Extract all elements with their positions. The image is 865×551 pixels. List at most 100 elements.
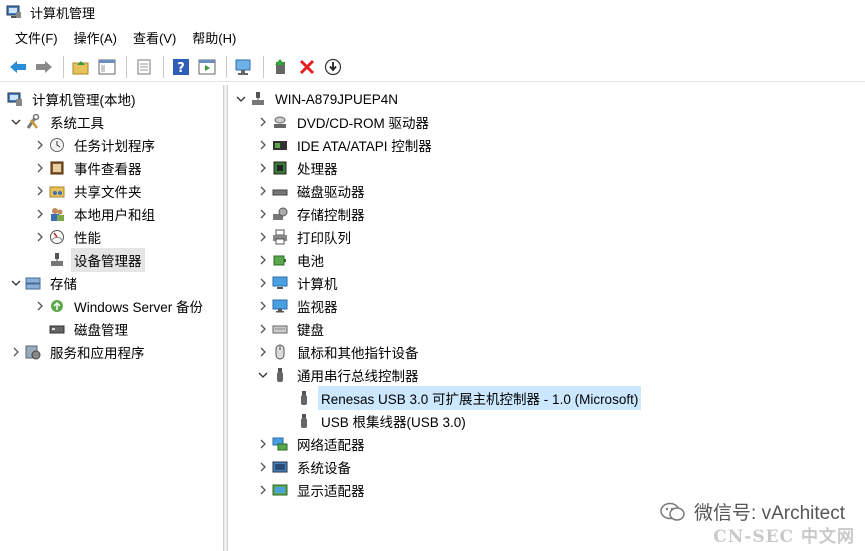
chevron-right-icon[interactable] (255, 137, 271, 153)
pane-splitter[interactable] (224, 85, 228, 551)
chevron-right-icon[interactable] (255, 321, 271, 337)
tree-item-shared-folders[interactable]: 共享文件夹 (32, 180, 145, 202)
chevron-right-icon[interactable] (32, 137, 48, 153)
tree-label: 服务和应用程序 (50, 346, 145, 361)
chevron-right-icon[interactable] (32, 160, 48, 176)
tree-item-system-tools[interactable]: 系统工具 (8, 111, 107, 133)
uninstall-icon[interactable] (295, 55, 319, 79)
chevron-right-icon[interactable] (32, 206, 48, 222)
chevron-right-icon[interactable] (255, 298, 271, 314)
category-label: IDE ATA/ATAPI 控制器 (297, 139, 432, 154)
device-category[interactable]: 打印队列 (255, 226, 354, 248)
menu-file[interactable]: 文件(F) (8, 26, 65, 49)
shared-folder-icon (48, 182, 66, 200)
keyboard-icon (271, 320, 289, 338)
device-category-usb[interactable]: 通用串行总线控制器 (255, 364, 422, 386)
device-category[interactable]: 网络适配器 (255, 433, 368, 455)
chevron-down-icon[interactable] (8, 114, 24, 130)
chevron-right-icon[interactable] (255, 482, 271, 498)
tree-label: 性能 (74, 231, 101, 246)
chevron-right-icon[interactable] (255, 183, 271, 199)
category-label: 键盘 (297, 323, 324, 338)
usb-icon (295, 389, 313, 407)
menu-help[interactable]: 帮助(H) (185, 26, 243, 49)
chevron-right-icon[interactable] (255, 252, 271, 268)
device-category[interactable]: 监视器 (255, 295, 341, 317)
chevron-right-icon[interactable] (8, 344, 24, 360)
device-category[interactable]: 系统设备 (255, 456, 354, 478)
chevron-right-icon[interactable] (255, 459, 271, 475)
menu-action[interactable]: 操作(A) (67, 26, 124, 49)
chevron-down-icon[interactable] (233, 91, 249, 107)
device-item-usb-root-hub[interactable]: USB 根集线器(USB 3.0) (279, 410, 469, 432)
device-category[interactable]: 鼠标和其他指针设备 (255, 341, 422, 363)
tree-item-task-scheduler[interactable]: 任务计划程序 (32, 134, 158, 156)
backup-icon (48, 297, 66, 315)
device-category[interactable]: 显示适配器 (255, 479, 368, 501)
tree-item-storage[interactable]: 存储 (8, 272, 80, 294)
tree-item-computer-management[interactable]: 计算机管理(本地) (6, 88, 139, 110)
help-icon[interactable]: ? (169, 55, 193, 79)
toolbar-separator (163, 55, 164, 78)
chevron-down-icon[interactable] (8, 275, 24, 291)
scan-hardware-icon[interactable] (232, 55, 256, 79)
processor-icon (271, 159, 289, 177)
performance-icon (48, 228, 66, 246)
up-folder-icon[interactable] (69, 55, 93, 79)
category-label: DVD/CD-ROM 驱动器 (297, 116, 429, 131)
chevron-right-icon[interactable] (255, 344, 271, 360)
device-category[interactable]: 磁盘驱动器 (255, 180, 368, 202)
tree-item-disk-management[interactable]: 磁盘管理 (32, 318, 131, 340)
tree-item-device-manager[interactable]: 设备管理器 (32, 248, 145, 272)
update-driver-icon[interactable] (269, 55, 293, 79)
device-category[interactable]: DVD/CD-ROM 驱动器 (255, 111, 432, 133)
ide-controller-icon (271, 136, 289, 154)
toolbar-separator (126, 55, 127, 78)
battery-icon (271, 251, 289, 269)
menu-view[interactable]: 查看(V) (126, 26, 183, 49)
printer-icon (271, 228, 289, 246)
enable-device-icon[interactable] (321, 55, 345, 79)
tree-item-windows-backup[interactable]: Windows Server 备份 (32, 295, 206, 317)
chevron-right-icon[interactable] (255, 275, 271, 291)
action-pane-icon[interactable] (195, 55, 219, 79)
device-category[interactable]: 存储控制器 (255, 203, 368, 225)
system-devices-icon (271, 458, 289, 476)
chevron-right-icon[interactable] (255, 229, 271, 245)
show-hide-tree-icon[interactable] (95, 55, 119, 79)
properties-icon[interactable] (132, 55, 156, 79)
device-item-renesas-usb[interactable]: Renesas USB 3.0 可扩展主机控制器 - 1.0 (Microsof… (279, 386, 642, 410)
tree-item-local-users[interactable]: 本地用户和组 (32, 203, 158, 225)
wechat-id: 微信号: vArchitect (694, 503, 845, 524)
storage-controller-icon (271, 205, 289, 223)
category-label: 磁盘驱动器 (297, 185, 365, 200)
computer-name: WIN-A879JPUEP4N (275, 91, 399, 107)
tools-icon (24, 113, 42, 131)
chevron-down-icon[interactable] (255, 367, 271, 383)
category-label: 鼠标和其他指针设备 (297, 346, 419, 361)
mouse-icon (271, 343, 289, 361)
chevron-right-icon[interactable] (255, 160, 271, 176)
tree-label: 共享文件夹 (74, 185, 142, 200)
tree-item-services-apps[interactable]: 服务和应用程序 (8, 341, 148, 363)
device-category[interactable]: 电池 (255, 249, 327, 271)
chevron-right-icon[interactable] (255, 114, 271, 130)
chevron-right-icon[interactable] (32, 229, 48, 245)
device-category[interactable]: 键盘 (255, 318, 327, 340)
chevron-right-icon[interactable] (32, 298, 48, 314)
back-arrow-icon[interactable] (6, 55, 30, 79)
chevron-right-icon[interactable] (255, 206, 271, 222)
dvd-drive-icon (271, 113, 289, 131)
device-category[interactable]: IDE ATA/ATAPI 控制器 (255, 134, 435, 156)
forward-arrow-icon[interactable] (32, 55, 56, 79)
menu-bar: 文件(F) 操作(A) 查看(V) 帮助(H) (0, 26, 865, 48)
device-label: USB 根集线器(USB 3.0) (321, 415, 466, 430)
device-category[interactable]: 处理器 (255, 157, 341, 179)
monitor-icon (271, 297, 289, 315)
device-category[interactable]: 计算机 (255, 272, 341, 294)
chevron-right-icon[interactable] (32, 183, 48, 199)
device-tree-root[interactable]: WIN-A879JPUEP4N (233, 88, 401, 110)
tree-item-performance[interactable]: 性能 (32, 226, 104, 248)
chevron-right-icon[interactable] (255, 436, 271, 452)
tree-item-event-viewer[interactable]: 事件查看器 (32, 157, 145, 179)
